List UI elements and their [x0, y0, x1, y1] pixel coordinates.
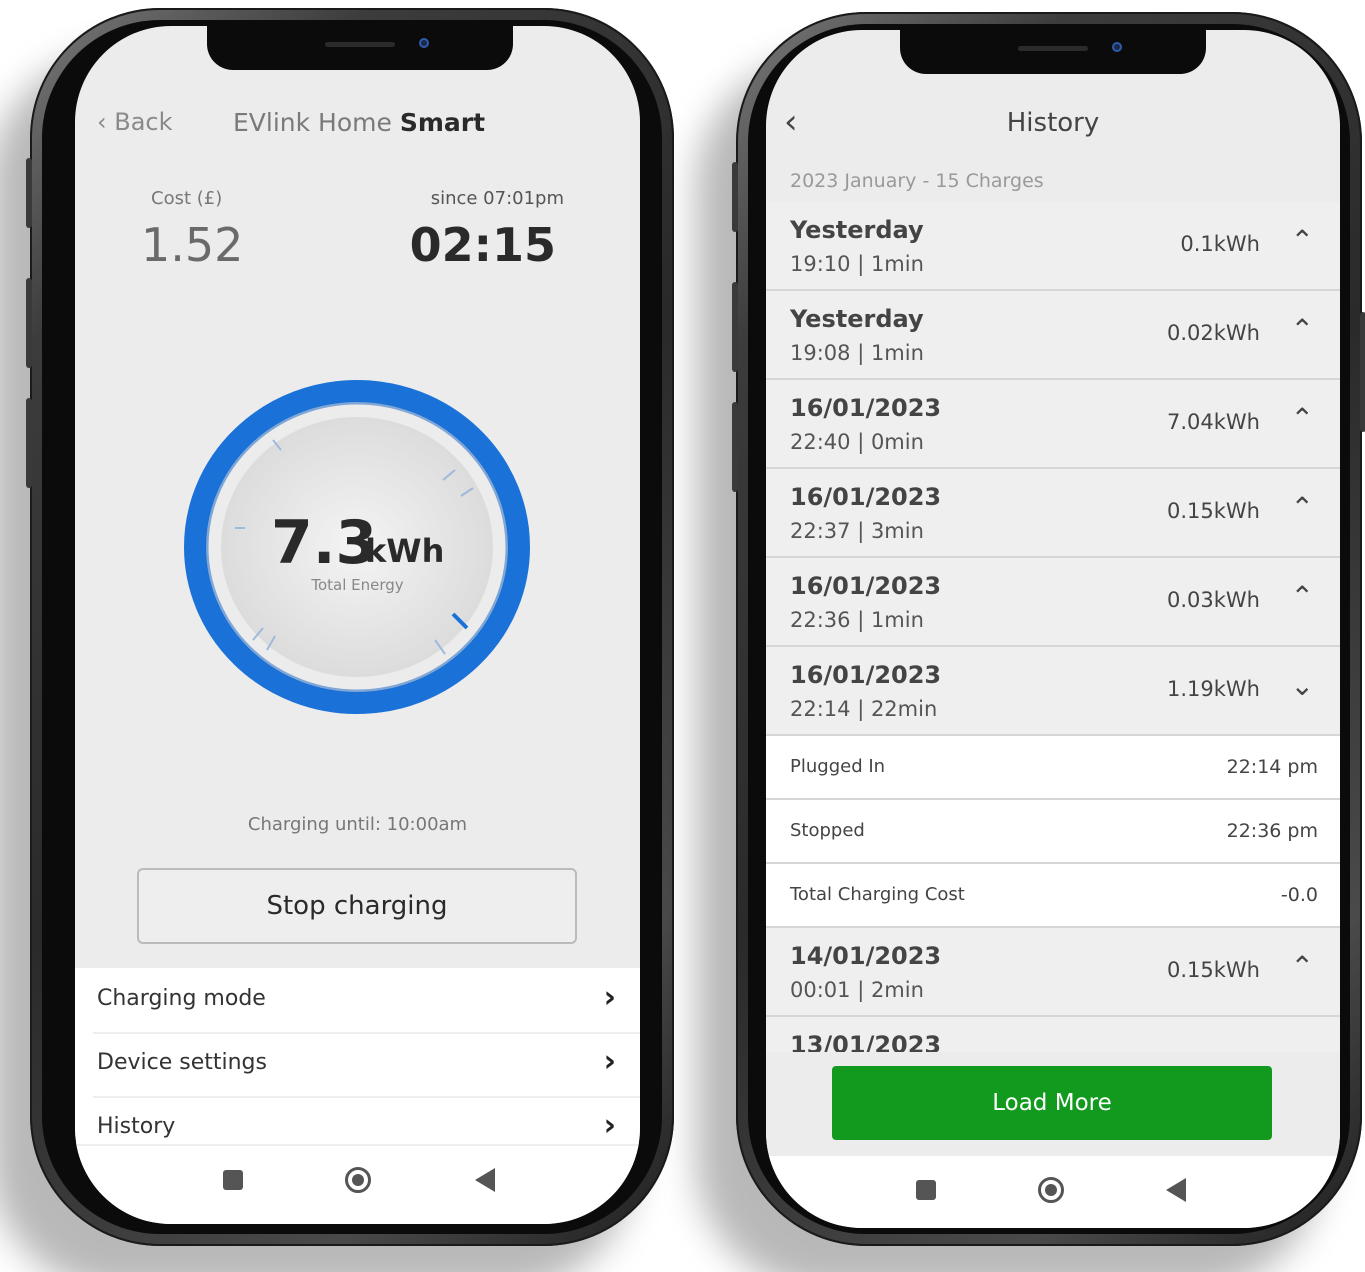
since-label: since 07:01pm [430, 188, 564, 209]
app-header: ‹ Back EVlink Home Smart [75, 106, 640, 146]
row-energy: 0.02kWh [1167, 321, 1260, 345]
chevron-up-icon[interactable]: ⌃ [1291, 491, 1314, 524]
chevron-right-icon: › [603, 980, 616, 1015]
history-row-expanded[interactable]: 16/01/2023 22:14 | 22min 1.19kWh ⌄ [766, 647, 1340, 736]
row-energy: 1.19kWh [1167, 677, 1260, 701]
camera [419, 38, 429, 48]
energy-value: 7.3 [271, 508, 378, 578]
detail-label: Stopped [790, 820, 865, 841]
menu-item-device-settings[interactable]: Device settings › [93, 1032, 640, 1098]
row-time: 19:10 | 1min [790, 252, 924, 276]
android-nav-bar [75, 1144, 640, 1224]
row-date: 13/01/2023 [790, 1031, 942, 1052]
detail-value: 22:14 pm [1226, 756, 1318, 778]
row-date: 16/01/2023 [790, 394, 942, 422]
energy-unit: kWh [365, 532, 445, 570]
row-time: 19:08 | 1min [790, 341, 924, 365]
home-icon[interactable] [345, 1167, 371, 1193]
row-date: 16/01/2023 [790, 572, 942, 600]
right-phone: ‹ History 2023 January - 15 Charges Yest… [732, 12, 1365, 1246]
side-button [26, 398, 32, 488]
stop-charging-button[interactable]: Stop charging [137, 868, 577, 944]
back-button[interactable]: ‹ Back [97, 108, 173, 136]
chevron-down-icon[interactable]: ⌄ [1291, 669, 1314, 702]
chevron-up-icon[interactable]: ⌃ [1291, 313, 1314, 346]
notch [207, 26, 513, 70]
duration-value: 02:15 [409, 218, 556, 272]
right-screen: ‹ History 2023 January - 15 Charges Yest… [766, 30, 1340, 1228]
row-energy: 0.03kWh [1167, 588, 1260, 612]
detail-label: Total Charging Cost [790, 884, 965, 905]
cost-label: Cost (£) [151, 188, 223, 209]
chevron-up-icon[interactable]: ⌃ [1291, 580, 1314, 613]
row-date: 16/01/2023 [790, 661, 942, 689]
android-nav-bar [766, 1156, 1340, 1228]
chevron-up-icon[interactable]: ⌃ [1291, 402, 1314, 435]
row-date: 14/01/2023 [790, 942, 942, 970]
row-time: 00:01 | 2min [790, 978, 924, 1002]
left-screen: ‹ Back EVlink Home Smart Cost (£) 1.52 s… [75, 26, 640, 1224]
row-time: 22:37 | 3min [790, 519, 924, 543]
history-row[interactable]: 16/01/2023 22:37 | 3min 0.15kWh ⌃ [766, 469, 1340, 558]
energy-label: Total Energy [311, 576, 404, 594]
chevron-up-icon[interactable]: ⌃ [1291, 950, 1314, 983]
side-button [732, 282, 738, 372]
row-energy: 0.1kWh [1180, 232, 1260, 256]
detail-plugged-in: Plugged In 22:14 pm [766, 736, 1340, 800]
chevron-right-icon: › [603, 1108, 616, 1143]
side-button [26, 158, 32, 228]
history-row[interactable]: 16/01/2023 22:36 | 1min 0.03kWh ⌃ [766, 558, 1340, 647]
back-triangle-icon[interactable] [475, 1168, 495, 1192]
detail-value: 22:36 pm [1226, 820, 1318, 842]
title-prefix: EVlink Home [233, 108, 400, 137]
history-row[interactable]: Yesterday 19:10 | 1min 0.1kWh ⌃ [766, 202, 1340, 291]
detail-label: Plugged In [790, 756, 886, 777]
side-button [732, 162, 738, 232]
history-header: ‹ History [766, 30, 1340, 155]
month-summary: 2023 January - 15 Charges [790, 170, 1044, 192]
detail-stopped: Stopped 22:36 pm [766, 800, 1340, 864]
page-title: EVlink Home Smart [233, 108, 485, 137]
row-date: Yesterday [790, 216, 924, 244]
history-row[interactable]: 14/01/2023 00:01 | 2min 0.15kWh ⌃ [766, 928, 1340, 1017]
load-more-button[interactable]: Load More [832, 1066, 1272, 1140]
menu-label: History [97, 1114, 176, 1139]
page-title: History [1006, 108, 1100, 138]
menu-item-charging-mode[interactable]: Charging mode › [93, 968, 640, 1034]
back-triangle-icon[interactable] [1166, 1178, 1186, 1202]
row-energy: 7.04kWh [1167, 410, 1260, 434]
back-label: Back [114, 108, 173, 136]
charge-history-list: Yesterday 19:10 | 1min 0.1kWh ⌃ Yesterda… [766, 202, 1340, 1052]
speaker [325, 42, 395, 47]
charging-until: Charging until: 10:00am [247, 814, 468, 835]
side-button [1360, 312, 1365, 432]
history-row[interactable]: 16/01/2023 22:40 | 0min 7.04kWh ⌃ [766, 380, 1340, 469]
home-icon[interactable] [1038, 1177, 1064, 1203]
row-time: 22:36 | 1min [790, 608, 924, 632]
detail-total-cost: Total Charging Cost -0.0 [766, 864, 1340, 928]
row-time: 22:40 | 0min [790, 430, 924, 454]
recent-apps-icon[interactable] [223, 1170, 243, 1190]
chevron-up-icon[interactable]: ⌃ [1291, 224, 1314, 257]
recent-apps-icon[interactable] [916, 1180, 936, 1200]
cost-value: 1.52 [141, 218, 244, 272]
menu-label: Device settings [97, 1050, 267, 1075]
row-date: 16/01/2023 [790, 483, 942, 511]
row-energy: 0.15kWh [1167, 499, 1260, 523]
side-button [26, 278, 32, 368]
left-phone: ‹ Back EVlink Home Smart Cost (£) 1.52 s… [26, 8, 674, 1246]
chevron-left-icon: ‹ [97, 108, 107, 136]
menu-label: Charging mode [97, 986, 266, 1011]
title-bold: Smart [399, 108, 486, 137]
side-button [732, 402, 738, 492]
chevron-right-icon: › [603, 1044, 616, 1079]
history-row[interactable]: Yesterday 19:08 | 1min 0.02kWh ⌃ [766, 291, 1340, 380]
row-time: 22:14 | 22min [790, 697, 938, 721]
detail-value: -0.0 [1280, 884, 1318, 906]
history-row-partial[interactable]: 13/01/2023 [766, 1017, 1340, 1052]
row-energy: 0.15kWh [1167, 958, 1260, 982]
settings-menu: Charging mode › Device settings › Histor… [75, 968, 640, 1168]
row-date: Yesterday [790, 305, 924, 333]
